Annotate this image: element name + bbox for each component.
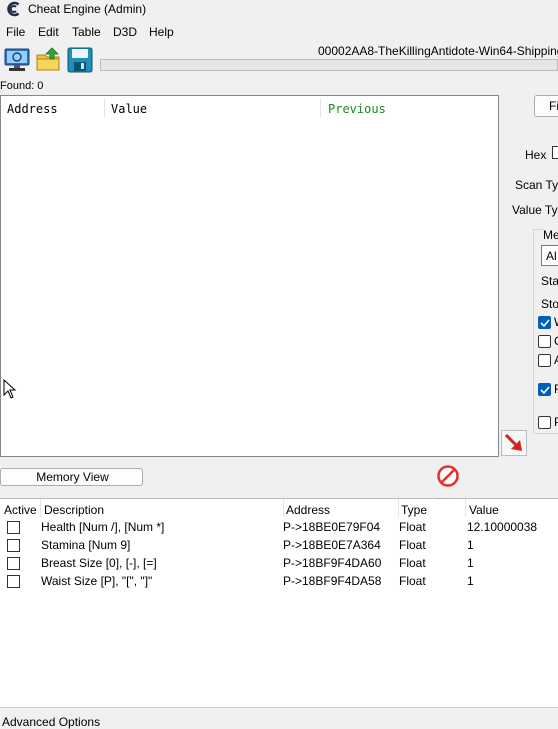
active-memory-checkbox[interactable] [538,354,551,367]
column-description[interactable]: Description [44,503,104,517]
scan-progress-bar [100,59,558,71]
active-checkbox[interactable] [7,539,20,552]
row-value: 1 [467,556,474,570]
window-title: Cheat Engine (Admin) [28,2,147,16]
memory-group-label: Me [543,228,558,242]
start-label: Sta [541,274,558,288]
memory-view-button[interactable]: Memory View [0,468,143,486]
fast-scan-label: F [554,382,558,396]
first-scan-button[interactable]: Fi [534,95,558,117]
save-icon[interactable] [66,46,94,74]
hex-checkbox[interactable] [552,146,558,159]
column-divider [283,499,284,517]
column-value[interactable]: Value [111,102,147,116]
column-address[interactable]: Address [286,503,330,517]
checkmark-icon [540,319,550,328]
hex-label: Hex [525,148,547,162]
menu-file[interactable]: File [6,25,25,39]
fast-scan-checkbox[interactable] [538,383,551,396]
menu-help[interactable]: Help [149,25,174,39]
row-value: 12.10000038 [467,520,538,534]
table-row[interactable]: Breast Size [0], [-], [=] P->18BF9F4DA60… [0,554,558,572]
column-previous[interactable]: Previous [328,102,386,116]
table-row[interactable]: Health [Num /], [Num *] P->18BE0E79F04 F… [0,518,558,536]
column-active[interactable]: Active [4,503,37,517]
open-folder-icon[interactable] [35,46,63,74]
add-to-list-button[interactable] [501,430,527,456]
advanced-options-link[interactable]: Advanced Options [2,715,100,729]
row-address: P->18BF9F4DA60 [283,556,382,570]
row-description: Waist Size [P], "[", "]" [41,574,153,588]
mouse-cursor-icon [3,379,17,399]
row-type: Float [399,556,426,570]
table-row[interactable]: Waist Size [P], "[", "]" P->18BF9F4DA58 … [0,572,558,590]
copy-on-write-label: C [554,334,558,348]
stop-label: Sto [541,297,558,311]
row-value: 1 [467,574,474,588]
title-bar: Cheat Engine (Admin) [0,0,558,20]
column-divider [398,499,399,517]
menu-table[interactable]: Table [72,25,101,39]
scan-type-label: Scan Typ [515,178,558,192]
row-address: P->18BE0E7A364 [283,538,381,552]
scan-results-list[interactable]: Address Value Previous [0,95,499,457]
menu-d3d[interactable]: D3D [113,25,137,39]
table-row[interactable]: Stamina [Num 9] P->18BE0E7A364 Float 1 [0,536,558,554]
checkmark-icon [540,386,550,395]
process-title: 00002AA8-TheKillingAntidote-Win64-Shippi… [318,44,558,58]
menu-edit[interactable]: Edit [38,25,59,39]
row-description: Breast Size [0], [-], [=] [41,556,157,570]
region-select-value: Al [546,249,557,263]
open-process-icon[interactable] [3,46,31,74]
active-checkbox[interactable] [7,557,20,570]
address-table[interactable]: Active Description Address Type Value He… [0,499,558,707]
memory-view-label: Memory View [36,470,109,484]
row-address: P->18BF9F4DA58 [283,574,382,588]
column-divider [465,499,466,517]
row-type: Float [399,520,426,534]
row-address: P->18BE0E79F04 [283,520,381,534]
cheat-engine-logo-icon [7,1,20,17]
pause-game-checkbox[interactable] [538,416,551,429]
value-type-label: Value Typ [512,203,558,217]
first-scan-label: Fi [549,99,558,113]
writable-checkbox[interactable] [538,316,551,329]
pause-game-label: P [554,415,558,429]
column-divider [104,98,105,118]
row-value: 1 [467,538,474,552]
active-memory-label: A [554,353,558,367]
row-type: Float [399,574,426,588]
active-checkbox[interactable] [7,575,20,588]
row-description: Health [Num /], [Num *] [41,520,165,534]
column-type[interactable]: Type [401,503,427,517]
active-checkbox[interactable] [7,521,20,534]
menu-bar: File Edit Table D3D Help [0,24,558,42]
row-description: Stamina [Num 9] [41,538,131,552]
stop-scan-icon[interactable] [436,464,460,488]
found-count: Found: 0 [0,80,44,92]
column-value[interactable]: Value [469,503,499,517]
red-arrow-icon [504,433,522,451]
row-type: Float [399,538,426,552]
memory-region-select[interactable]: Al [541,245,558,266]
copy-on-write-checkbox[interactable] [538,335,551,348]
writable-label: W [554,315,558,329]
column-address[interactable]: Address [7,102,58,116]
column-divider [40,499,41,517]
column-divider [320,98,321,118]
